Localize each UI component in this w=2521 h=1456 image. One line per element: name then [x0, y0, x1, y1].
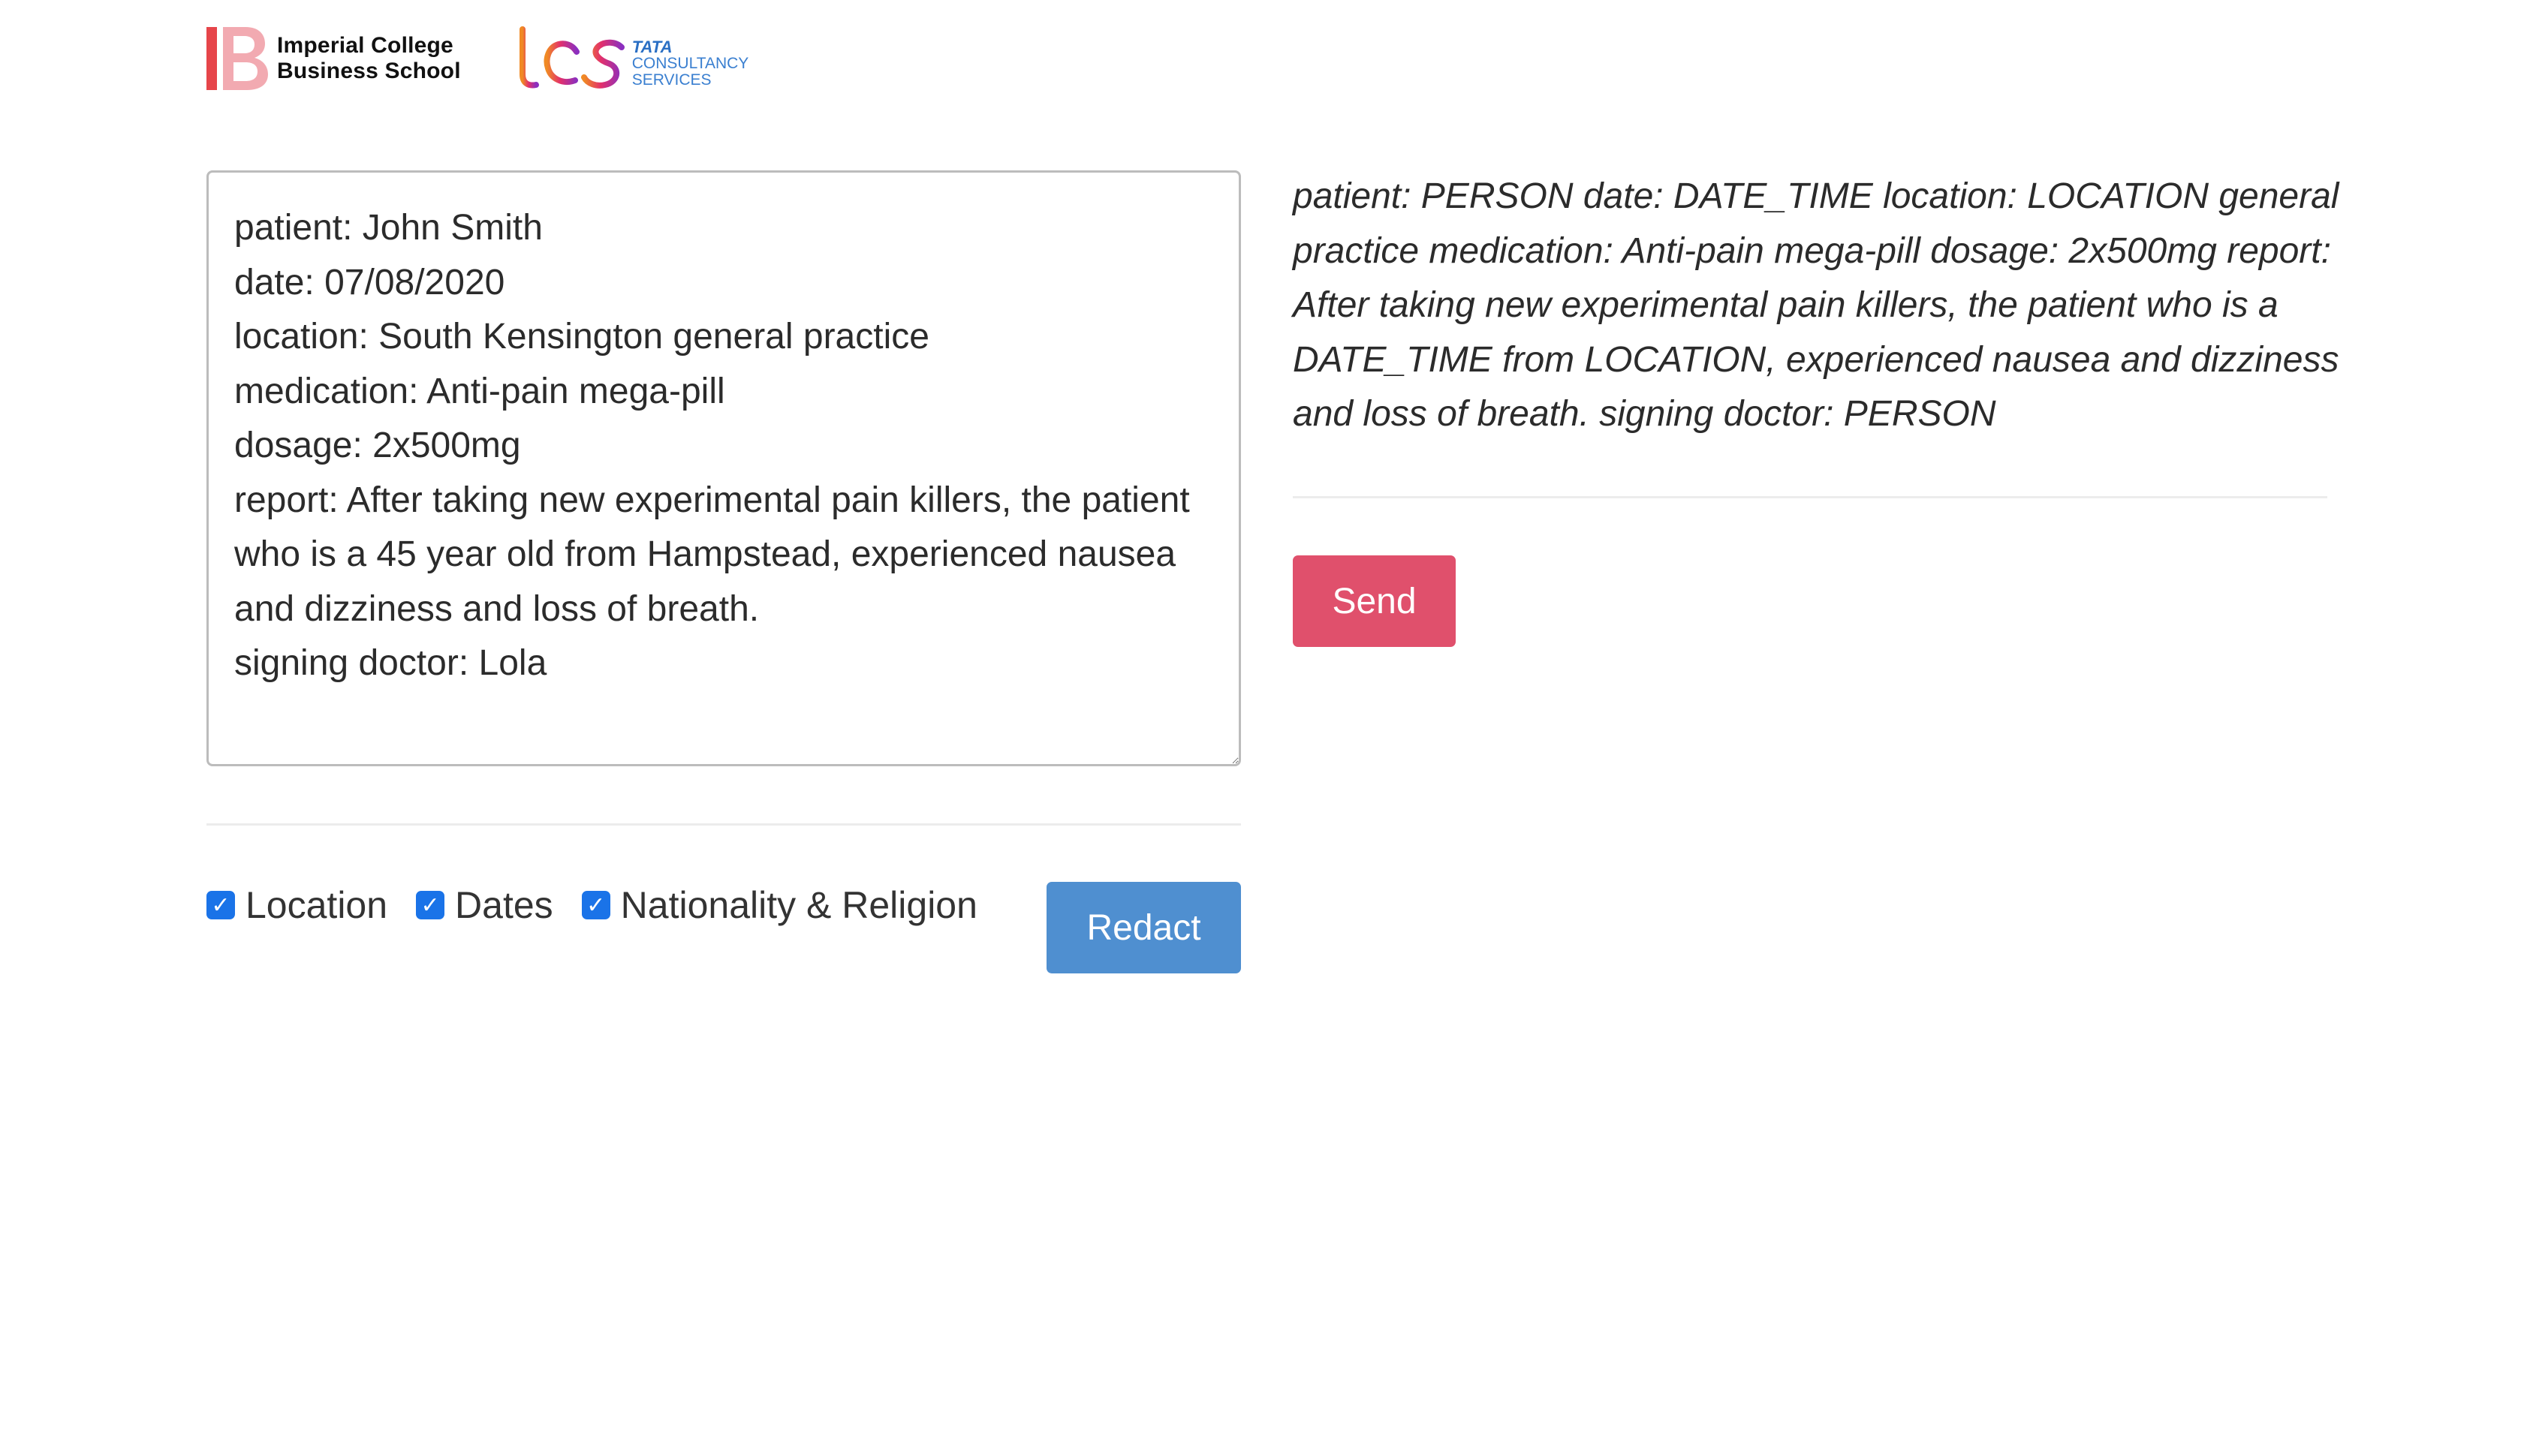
redact-button[interactable]: Redact	[1047, 882, 1241, 973]
tcs-logo: TATA CONSULTANCY SERVICES	[511, 23, 749, 95]
imperial-college-wordmark: Imperial College Business School	[277, 33, 461, 84]
imperial-college-logo: Imperial College Business School	[206, 23, 461, 95]
nationality-religion-checkbox[interactable]: ✓	[581, 891, 610, 919]
left-divider	[206, 823, 1241, 826]
right-divider	[1293, 496, 2327, 498]
nationality-religion-label: Nationality & Religion	[620, 884, 977, 926]
header-logos: Imperial College Business School TATA CO…	[206, 23, 748, 95]
dates-label: Dates	[455, 884, 553, 926]
option-nationality-religion[interactable]: ✓ Nationality & Religion	[581, 883, 977, 927]
dates-checkbox[interactable]: ✓	[416, 891, 445, 919]
send-button[interactable]: Send	[1293, 555, 1456, 647]
tcs-wordmark: TATA CONSULTANCY SERVICES	[632, 29, 749, 89]
redaction-options: ✓ Location ✓ Dates ✓ Nationality & Relig…	[206, 883, 1006, 928]
tcs-line3: SERVICES	[631, 71, 712, 89]
tcs-line1: TATA	[631, 38, 673, 56]
icbs-line1: Imperial College	[277, 33, 453, 58]
document-textarea[interactable]	[206, 170, 1241, 766]
location-checkbox[interactable]: ✓	[206, 891, 235, 919]
icbs-line2: Business School	[277, 59, 461, 83]
location-label: Location	[245, 884, 388, 926]
option-dates[interactable]: ✓ Dates	[416, 883, 553, 927]
redacted-output: patient: PERSON date: DATE_TIME location…	[1293, 176, 2339, 434]
page: Imperial College Business School TATA CO…	[0, 0, 2521, 1456]
option-location[interactable]: ✓ Location	[206, 883, 387, 927]
tcs-mark-icon	[511, 26, 625, 89]
ib-logo-icon	[206, 27, 268, 90]
tcs-line2: CONSULTANCY	[631, 55, 749, 72]
